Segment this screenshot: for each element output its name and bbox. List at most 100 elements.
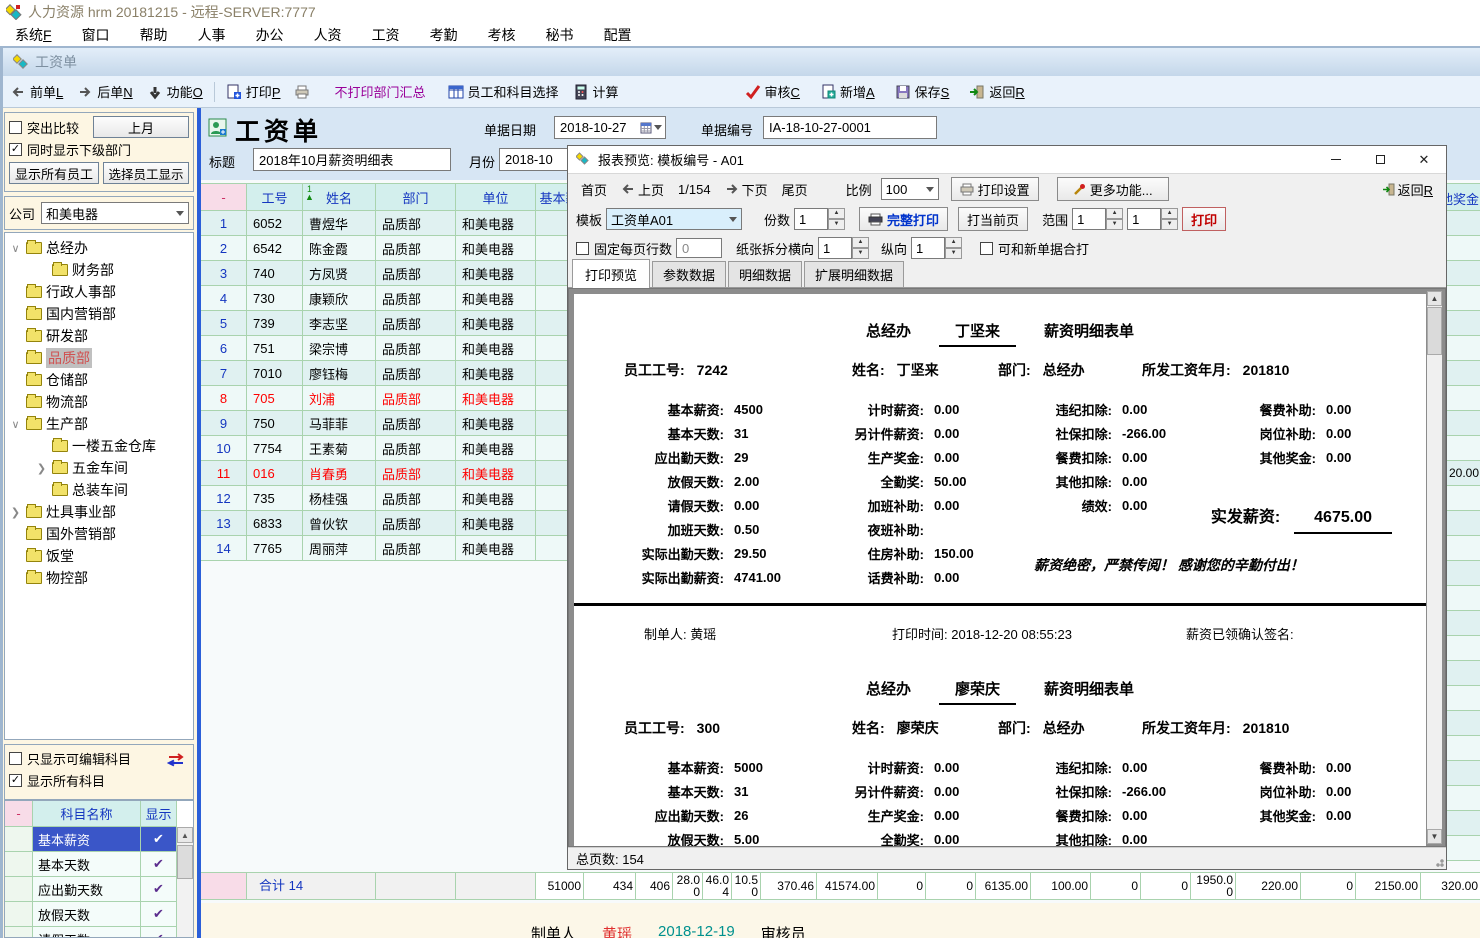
table-row[interactable]: 12735杨桂强品质部和美电器 <box>201 486 596 511</box>
split-h-spinner[interactable]: 1▲▼ <box>818 237 869 259</box>
save-button[interactable]: 保存S <box>888 79 957 105</box>
table-row[interactable]: 107754王素菊品质部和美电器 <box>201 436 596 461</box>
table-row[interactable]: 77010廖钰梅品质部和美电器 <box>201 361 596 386</box>
copies-spinner[interactable]: 1 ▲▼ <box>794 208 845 230</box>
subject-row[interactable]: 放假天数✔ <box>5 902 193 927</box>
subject-row[interactable]: 基本薪资✔ <box>5 827 193 852</box>
menu-item-5[interactable]: 办公 <box>241 24 299 46</box>
company-select[interactable]: 和美电器 <box>41 202 189 224</box>
tree-item[interactable]: 总装车间 <box>5 479 193 501</box>
menu-item-7[interactable]: 工资 <box>357 24 415 46</box>
menu-item-4[interactable]: 人事 <box>183 24 241 46</box>
table-row[interactable]: 4730康颖欣品质部和美电器 <box>201 286 596 311</box>
tree-item[interactable]: 物控部 <box>5 567 193 589</box>
next-doc-button[interactable]: 后单N <box>70 79 139 105</box>
scroll-down-icon[interactable]: ▼ <box>1427 829 1442 844</box>
split-v-spinner[interactable]: 1▲▼ <box>911 237 962 259</box>
tree-item[interactable]: 财务部 <box>5 259 193 281</box>
tree-item[interactable]: ❯五金车间 <box>5 457 193 479</box>
tree-item[interactable]: 仓储部 <box>5 369 193 391</box>
printer-button[interactable] <box>287 79 317 105</box>
doc-date-input[interactable]: 2018-10-27 <box>554 116 666 139</box>
column-header-1[interactable]: - <box>201 183 247 211</box>
calc-button[interactable]: 计算 <box>566 79 626 105</box>
tree-item[interactable]: 品质部 <box>5 347 193 369</box>
fixed-rows-checkbox[interactable]: 固定每页行数 <box>576 239 672 258</box>
tab-4[interactable]: 扩展明细数据 <box>804 261 904 287</box>
subject-table-scrollbar[interactable]: ▲ <box>177 827 193 937</box>
next-page-button[interactable]: 下页 <box>720 180 773 199</box>
title-input[interactable]: 2018年10月薪资明细表 <box>253 148 451 171</box>
tree-item[interactable]: 国外营销部 <box>5 523 193 545</box>
no-dept-summary-button[interactable]: 不打印部门汇总 <box>327 79 432 105</box>
print-button-dialog[interactable]: 打印 <box>1182 207 1226 231</box>
only-editable-checkbox[interactable]: 只显示可编辑科目 <box>9 747 189 769</box>
table-row[interactable]: 11016肖春勇品质部和美电器 <box>201 461 596 486</box>
menu-item-9[interactable]: 考核 <box>473 24 531 46</box>
merge-checkbox[interactable]: 可和新单据合打 <box>980 239 1089 258</box>
table-row[interactable]: 9750马菲菲品质部和美电器 <box>201 411 596 436</box>
menu-item-3[interactable]: 帮助 <box>125 24 183 46</box>
prev-month-button[interactable]: 上月 <box>93 116 189 138</box>
dialog-back-button[interactable]: 返回R <box>1377 180 1438 199</box>
first-page-button[interactable]: 首页 <box>576 180 612 199</box>
column-header-4[interactable]: 部门 <box>376 183 456 211</box>
table-row[interactable]: 8705刘浦品质部和美电器 <box>201 386 596 411</box>
tab-2[interactable]: 参数数据 <box>652 261 726 287</box>
add-button[interactable]: 新增A <box>813 79 882 105</box>
fixed-rows-input[interactable]: 0 <box>676 238 722 258</box>
range-end-spinner[interactable]: 1▲▼ <box>1127 208 1178 230</box>
subject-row[interactable]: 请假天数✔ <box>5 927 193 938</box>
expander-icon[interactable]: ❯ <box>35 462 48 475</box>
tree-item[interactable]: 研发部 <box>5 325 193 347</box>
table-row[interactable]: 5739李志坚品质部和美电器 <box>201 311 596 336</box>
swap-arrows-icon[interactable] <box>167 753 185 770</box>
subject-row[interactable]: 基本天数✔ <box>5 852 193 877</box>
maximize-button[interactable] <box>1358 146 1402 173</box>
full-print-button[interactable]: 完整打印 <box>859 207 948 231</box>
menu-item-6[interactable]: 人资 <box>299 24 357 46</box>
menu-item-1[interactable]: 系统 F <box>0 24 67 46</box>
expander-icon[interactable]: ∨ <box>9 242 22 255</box>
tree-item[interactable]: 行政人事部 <box>5 281 193 303</box>
prev-page-button[interactable]: 上页 <box>616 180 669 199</box>
tree-item[interactable]: ∨生产部 <box>5 413 193 435</box>
subject-row[interactable]: 应出勤天数✔ <box>5 877 193 902</box>
last-page-button[interactable]: 尾页 <box>777 180 813 199</box>
more-functions-button[interactable]: 更多功能... <box>1057 177 1169 201</box>
close-button[interactable]: ✕ <box>1402 146 1446 173</box>
table-row[interactable]: 136833曾伙钦品质部和美电器 <box>201 511 596 536</box>
tree-item[interactable]: 物流部 <box>5 391 193 413</box>
scroll-up-icon[interactable]: ▲ <box>177 827 193 843</box>
dialog-titlebar[interactable]: 报表预览: 模板编号 - A01 ✕ <box>568 146 1446 174</box>
function-button[interactable]: 功能O <box>140 79 210 105</box>
tab-3[interactable]: 明细数据 <box>728 261 802 287</box>
doc-no-input[interactable]: IA-18-10-27-0001 <box>763 116 937 139</box>
column-header-5[interactable]: 单位 <box>456 183 536 211</box>
calendar-icon[interactable] <box>640 122 665 134</box>
menu-item-10[interactable]: 秘书 <box>531 24 589 46</box>
tree-item[interactable]: 一楼五金仓库 <box>5 435 193 457</box>
show-sub-depts-checkbox[interactable]: ✓ 同时显示下级部门 <box>9 138 189 160</box>
scale-select[interactable]: 100 <box>881 178 939 200</box>
tab-1[interactable]: 打印预览 <box>572 259 650 288</box>
tree-item[interactable]: 国内营销部 <box>5 303 193 325</box>
expander-icon[interactable]: ❯ <box>9 506 22 519</box>
table-row[interactable]: 3740方凤贤品质部和美电器 <box>201 261 596 286</box>
prev-doc-button[interactable]: 前单L <box>3 79 70 105</box>
minimize-button[interactable] <box>1314 146 1358 173</box>
resize-grip[interactable] <box>1432 855 1444 867</box>
menu-item-11[interactable]: 配置 <box>589 24 647 46</box>
tree-item[interactable]: ❯灶具事业部 <box>5 501 193 523</box>
expander-icon[interactable]: ∨ <box>9 418 22 431</box>
template-select[interactable]: 工资单A01 <box>606 208 742 230</box>
table-row[interactable]: 16052曹煜华品质部和美电器 <box>201 211 596 236</box>
table-row[interactable]: 147765周丽萍品质部和美电器 <box>201 536 596 561</box>
menu-item-8[interactable]: 考勤 <box>415 24 473 46</box>
print-setup-button[interactable]: 打印设置 <box>951 177 1039 201</box>
range-start-spinner[interactable]: 1▲▼ <box>1072 208 1123 230</box>
print-current-page-button[interactable]: 打当前页 <box>958 207 1028 231</box>
table-row[interactable]: 26542陈金霞品质部和美电器 <box>201 236 596 261</box>
tree-item[interactable]: ∨总经办 <box>5 237 193 259</box>
print-button[interactable]: 打印P <box>219 79 288 105</box>
